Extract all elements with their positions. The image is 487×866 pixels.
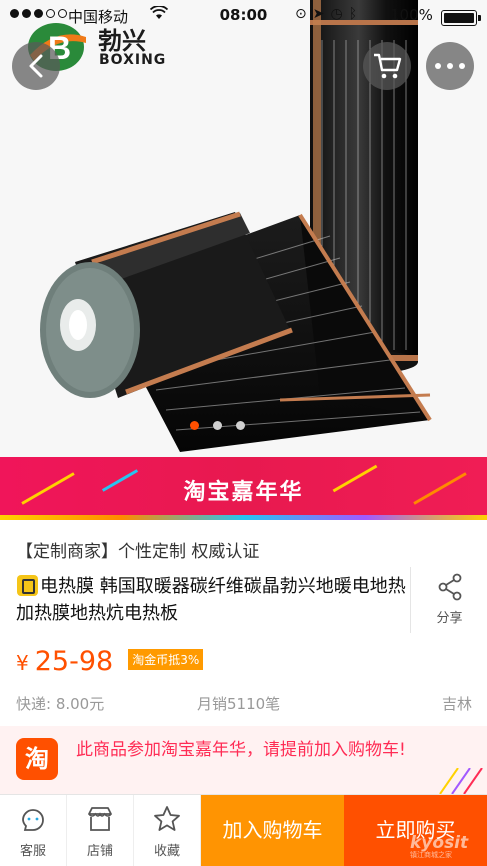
meta-row: 快递: 8.00元 月销5110笔 吉林	[16, 693, 472, 714]
add-to-cart-button[interactable]: 加入购物车	[201, 795, 344, 866]
brand-name-cn: 勃兴	[98, 27, 146, 55]
notice-text: 此商品参加淘宝嘉年华，请提前加入购物车!	[76, 740, 406, 760]
carnival-notice: 淘 此商品参加淘宝嘉年华，请提前加入购物车!	[0, 726, 487, 794]
gallery-pagination	[190, 421, 245, 430]
currency-symbol: ¥	[16, 651, 29, 675]
taobao-icon: 淘	[16, 738, 58, 780]
monthly-sales: 月销5110笔	[197, 695, 281, 713]
battery-icon	[441, 10, 481, 26]
share-icon	[438, 573, 461, 601]
customer-service-icon	[22, 809, 44, 831]
bluetooth-icon: ᛒ	[348, 6, 364, 22]
seller-location: 吉林	[441, 695, 472, 713]
promo-tag: 【定制商家】个性定制 权威认证	[16, 542, 260, 562]
title-row: 电热膜 韩国取暖器碳纤维碳晶勃兴地暖电地热加热膜地热炕电热板 分享	[0, 567, 487, 635]
brand-name-en: BOXING	[99, 52, 167, 68]
more-dots-icon	[435, 63, 441, 69]
shop-icon	[88, 807, 112, 831]
price-range: 25-98	[34, 646, 114, 677]
shopping-cart-icon	[374, 53, 402, 79]
rotation-lock-icon: ⊙	[295, 6, 313, 22]
gallery-dot[interactable]	[213, 421, 222, 430]
customer-service-label: 客服	[19, 844, 46, 859]
share-button[interactable]: 分享	[410, 567, 487, 633]
price-row: ¥25-98 淘金币抵3%	[16, 646, 204, 680]
share-label: 分享	[436, 611, 463, 626]
location-icon: ➤	[312, 6, 331, 22]
coin-discount-badge: 淘金币抵3%	[128, 649, 204, 670]
gallery-dot[interactable]	[236, 421, 245, 430]
banner-stripe	[0, 515, 487, 520]
favorite-label: 收藏	[153, 844, 180, 859]
banner-title: 淘宝嘉年华	[183, 480, 304, 505]
customer-service-button[interactable]: 客服	[0, 795, 67, 866]
more-dots-icon	[459, 63, 465, 69]
cart-button[interactable]	[363, 42, 411, 90]
more-dots-icon	[447, 63, 453, 69]
battery-percentage: 100%	[390, 6, 433, 24]
gallery-dot[interactable]	[190, 421, 199, 430]
star-icon	[154, 806, 180, 831]
shop-button[interactable]: 店铺	[67, 795, 134, 866]
product-title: 电热膜 韩国取暖器碳纤维碳晶勃兴地暖电地热加热膜地热炕电热板	[16, 576, 406, 624]
watermark: kyosit 镇江商城之家	[410, 833, 468, 860]
product-price: ¥25-98	[16, 646, 113, 677]
status-icons: ⊙➤◷ᛒ	[295, 6, 363, 22]
shipping-fee: 快递: 8.00元	[16, 695, 105, 713]
shop-label: 店铺	[86, 844, 113, 859]
back-button[interactable]	[12, 42, 60, 90]
carnival-banner[interactable]: 淘宝嘉年华	[0, 457, 487, 520]
alarm-icon: ◷	[330, 6, 349, 22]
notice-decoration	[439, 768, 483, 794]
favorite-button[interactable]: 收藏	[134, 795, 201, 866]
more-options-button[interactable]	[426, 42, 474, 90]
chevron-left-icon	[29, 54, 43, 78]
product-image-gallery[interactable]: 中国移动 08:00 ⊙➤◷ᛒ 100% B 勃兴 BOXING	[0, 0, 487, 457]
